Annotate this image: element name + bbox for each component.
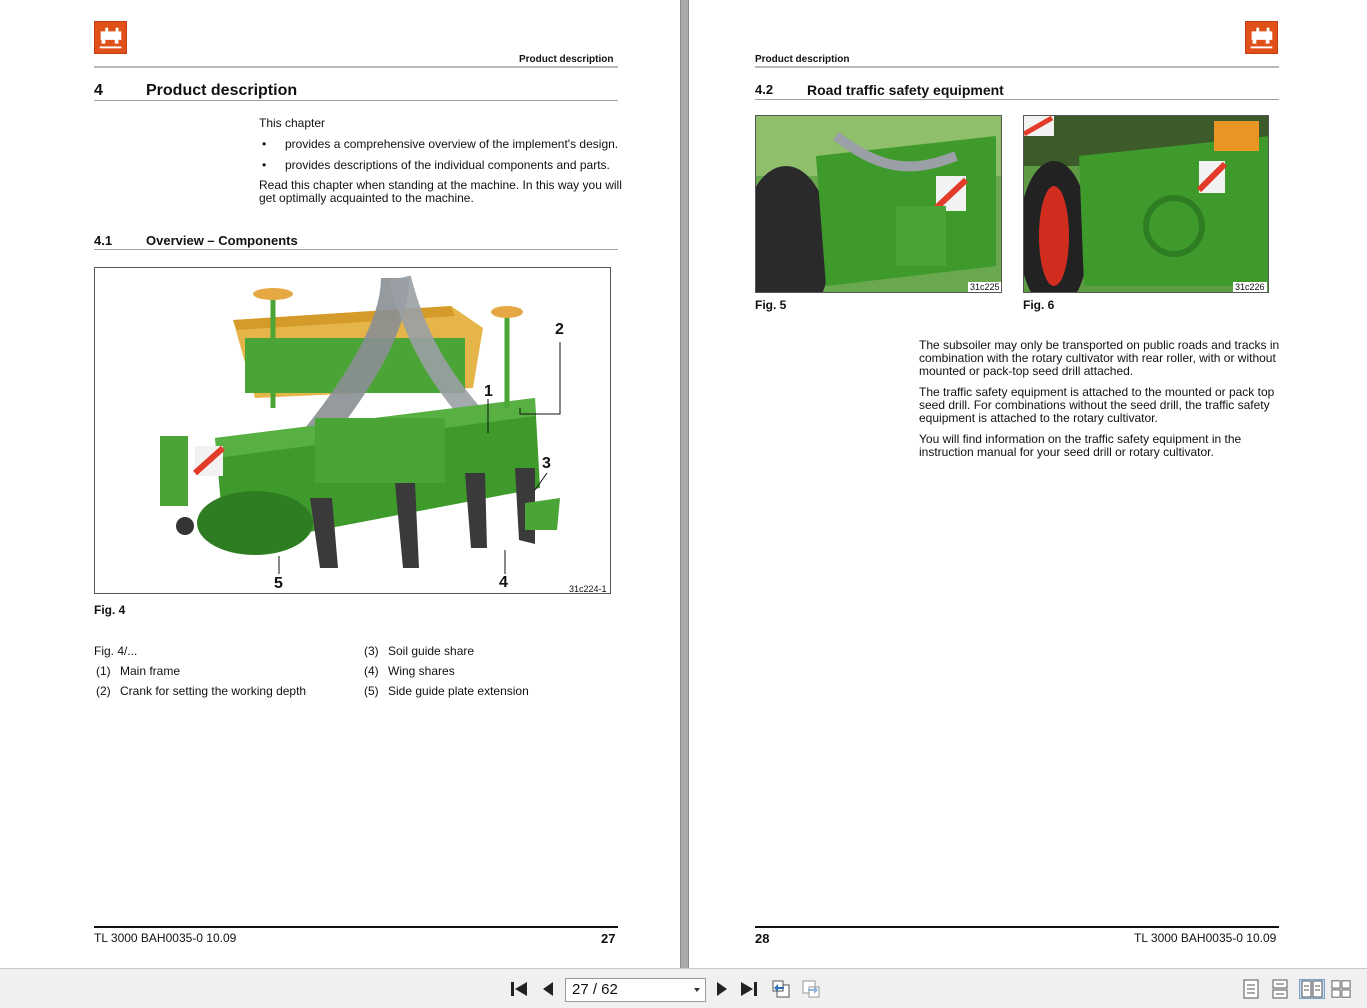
paragraph-line: mounted or pack-top seed drill attached. bbox=[919, 364, 1134, 378]
legend-text: Wing shares bbox=[388, 664, 455, 678]
figure-caption: Fig. 4 bbox=[94, 603, 126, 617]
callout-3: 3 bbox=[542, 455, 551, 472]
previous-page-button[interactable] bbox=[538, 979, 558, 999]
read-note-line: get optimally acquainted to the machine. bbox=[259, 191, 474, 205]
page-number-select[interactable]: 27 / 62 bbox=[565, 978, 706, 1002]
legend-num: (1) bbox=[96, 664, 111, 678]
bullet-dot: • bbox=[262, 137, 267, 151]
running-header: Product description bbox=[519, 54, 614, 65]
page-28: Product description 4.2 Road traffic saf… bbox=[689, 0, 1367, 968]
viewer-toolbar: 27 / 62 bbox=[0, 968, 1367, 1008]
last-page-icon bbox=[741, 982, 757, 996]
callout-1: 1 bbox=[484, 383, 493, 400]
section-number: 4.1 bbox=[94, 233, 113, 248]
next-page-icon bbox=[717, 982, 727, 996]
chapter-title: Product description bbox=[146, 82, 298, 99]
legend-text: Side guide plate extension bbox=[388, 684, 529, 698]
callout-2: 2 bbox=[555, 321, 564, 338]
go-forward-icon bbox=[802, 980, 820, 998]
page-indicator: 27 / 62 bbox=[572, 981, 618, 998]
figure-5-photo: 31c225 bbox=[755, 115, 1002, 293]
brand-logo-icon bbox=[94, 21, 127, 54]
section-number: 4.2 bbox=[755, 82, 774, 97]
subsoiler-machine-illustration bbox=[160, 275, 561, 574]
figure-image-code: 31c224-1 bbox=[569, 584, 607, 594]
continuous-two-page-view-icon bbox=[1331, 980, 1351, 998]
legend-num: (5) bbox=[364, 684, 379, 698]
legend-heading: Fig. 4/... bbox=[94, 644, 138, 658]
legend-text: Soil guide share bbox=[388, 644, 475, 658]
chevron-down-icon bbox=[694, 988, 700, 992]
last-page-button[interactable] bbox=[739, 979, 759, 999]
go-back-icon bbox=[772, 980, 790, 998]
first-page-icon bbox=[511, 982, 527, 996]
callout-5: 5 bbox=[274, 575, 283, 592]
page-number: 28 bbox=[755, 931, 770, 946]
footer-rule bbox=[94, 926, 618, 928]
running-header: Product description bbox=[755, 54, 850, 65]
footer-rule bbox=[755, 926, 1279, 928]
section-rule bbox=[755, 99, 1279, 100]
figure-caption: Fig. 6 bbox=[1023, 298, 1055, 312]
page-27: Product description 4 Product descriptio… bbox=[0, 0, 680, 968]
chapter-rule bbox=[94, 100, 618, 101]
section-title: Road traffic safety equipment bbox=[807, 82, 1004, 98]
intro-text: This chapter bbox=[259, 116, 326, 130]
page-number: 27 bbox=[601, 931, 616, 946]
photo-image-code: 31c225 bbox=[968, 282, 1001, 292]
paragraph-line: equipment is attached to the rotary cult… bbox=[919, 411, 1158, 425]
legend-num: (2) bbox=[96, 684, 111, 698]
next-page-button[interactable] bbox=[712, 979, 732, 999]
header-rule bbox=[755, 66, 1279, 68]
header-rule bbox=[94, 66, 618, 68]
continuous-view-button[interactable] bbox=[1270, 979, 1290, 999]
figure-6-photo: 31c226 bbox=[1023, 115, 1269, 293]
bullet-item: provides descriptions of the individual … bbox=[285, 158, 610, 172]
paragraph-line: instruction manual for your seed drill o… bbox=[919, 445, 1214, 459]
brand-logo-icon bbox=[1245, 21, 1278, 54]
single-page-view-icon bbox=[1243, 979, 1259, 999]
figure-caption: Fig. 5 bbox=[755, 298, 787, 312]
photo-image-code: 31c226 bbox=[1233, 282, 1267, 292]
go-back-button[interactable] bbox=[771, 979, 791, 999]
section-rule bbox=[94, 249, 618, 250]
chapter-number: 4 bbox=[94, 82, 103, 99]
single-page-view-button[interactable] bbox=[1241, 979, 1261, 999]
legend-text: Crank for setting the working depth bbox=[120, 684, 307, 698]
section-title: Overview – Components bbox=[146, 233, 298, 248]
footer-doc-ref: TL 3000 BAH0035-0 10.09 bbox=[1134, 931, 1277, 945]
legend-num: (4) bbox=[364, 664, 379, 678]
document-viewer: Product description 4 Product descriptio… bbox=[0, 0, 1367, 968]
continuous-view-icon bbox=[1272, 979, 1288, 999]
bullet-dot: • bbox=[262, 158, 267, 172]
footer-doc-ref: TL 3000 BAH0035-0 10.09 bbox=[94, 931, 237, 945]
legend-num: (3) bbox=[364, 644, 379, 658]
two-page-view-icon bbox=[1301, 980, 1323, 998]
go-forward-button[interactable] bbox=[801, 979, 821, 999]
two-page-view-button[interactable] bbox=[1299, 979, 1325, 999]
callout-4: 4 bbox=[499, 574, 508, 591]
first-page-button[interactable] bbox=[509, 979, 529, 999]
bullet-item: provides a comprehensive overview of the… bbox=[285, 137, 619, 151]
previous-page-icon bbox=[543, 982, 553, 996]
continuous-two-page-view-button[interactable] bbox=[1331, 979, 1351, 999]
figure-4-frame: 1 2 3 4 5 31c224-1 bbox=[94, 267, 611, 594]
legend-text: Main frame bbox=[120, 664, 181, 678]
page-gutter bbox=[680, 0, 689, 968]
